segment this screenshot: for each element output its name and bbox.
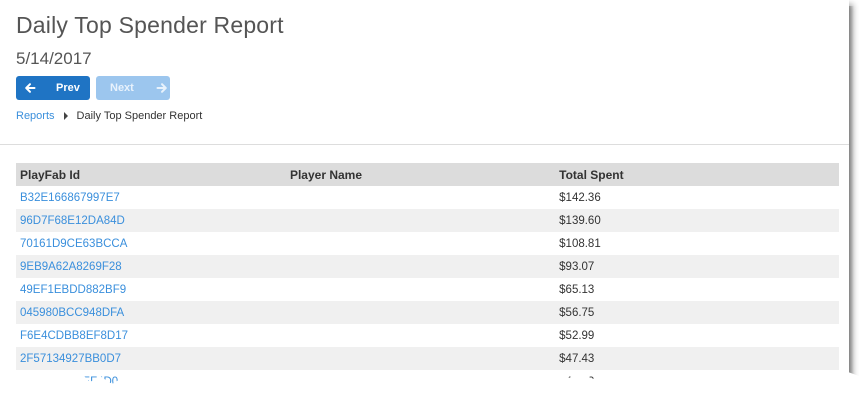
report-date: 5/14/2017 [16, 49, 92, 68]
report-page: Daily Top Spender Report 5/14/2017 Prev … [0, 0, 849, 406]
playfab-id-link[interactable]: 70161D9CE63BCCA [20, 238, 127, 250]
player-name-cell [286, 301, 555, 324]
breadcrumb: Reports Daily Top Spender Report [16, 110, 202, 122]
table-row: 70161D9CE63BCCA $108.81 [16, 232, 839, 255]
player-name-cell [286, 255, 555, 278]
next-button[interactable]: Next [96, 76, 170, 100]
table-row: 9EB9A62A8269F28 $93.07 [16, 255, 839, 278]
arrow-right-icon [156, 82, 168, 94]
table-row: 045980BCC948DFA $56.75 [16, 301, 839, 324]
page-header: Daily Top Spender Report 5/14/2017 [16, 10, 284, 70]
playfab-id-link[interactable]: 045980BCC948DFA [20, 307, 124, 319]
column-header-player-name[interactable]: Player Name [286, 163, 555, 186]
arrow-left-icon [24, 82, 36, 94]
prev-button-label: Prev [56, 82, 80, 94]
column-header-total-spent[interactable]: Total Spent [555, 163, 839, 186]
player-name-cell [286, 324, 555, 347]
total-spent-cell: $142.36 [559, 191, 601, 204]
spender-table: PlayFab Id Player Name Total Spent B32E1… [16, 163, 839, 393]
table-row: F6E4CDBB8EF8D17 $52.99 [16, 324, 839, 347]
playfab-id-link[interactable]: F6E4CDBB8EF8D17 [20, 330, 128, 342]
table-header-row: PlayFab Id Player Name Total Spent [16, 163, 839, 186]
playfab-id-link[interactable]: 96D7F68E12DA84D [20, 215, 125, 227]
total-spent-cell: $65.13 [559, 283, 595, 296]
prev-button[interactable]: Prev [16, 76, 90, 100]
date-navigation: Prev Next [16, 76, 170, 100]
table-row: 96D7F68E12DA84D $139.60 [16, 209, 839, 232]
player-name-cell [286, 278, 555, 301]
total-spent-cell: $52.99 [559, 329, 595, 342]
total-spent-cell: $56.75 [559, 306, 595, 319]
divider [0, 144, 849, 145]
player-name-cell [286, 209, 555, 232]
page-title: Daily Top Spender Report [16, 12, 284, 38]
column-header-playfab-id[interactable]: PlayFab Id [16, 163, 286, 186]
next-button-label: Next [110, 82, 134, 94]
torn-paper-edge [0, 370, 859, 416]
playfab-id-link[interactable]: 9EB9A62A8269F28 [20, 261, 122, 273]
player-name-cell [286, 232, 555, 255]
playfab-id-link[interactable]: 49EF1EBDD882BF9 [20, 284, 126, 296]
breadcrumb-reports-link[interactable]: Reports [16, 110, 55, 122]
playfab-id-link[interactable]: B32E166867997E7 [20, 192, 120, 204]
player-name-cell [286, 186, 555, 209]
spender-table-container: PlayFab Id Player Name Total Spent B32E1… [16, 163, 839, 393]
total-spent-cell: $108.81 [559, 237, 601, 250]
playfab-id-link[interactable]: 2F57134927BB0D7 [20, 353, 121, 365]
breadcrumb-current: Daily Top Spender Report [76, 110, 203, 122]
page-shadow [849, 6, 854, 378]
total-spent-cell: $139.60 [559, 214, 601, 227]
table-row: B32E166867997E7 $142.36 [16, 186, 839, 209]
total-spent-cell: $93.07 [559, 260, 595, 273]
table-row: 49EF1EBDD882BF9 $65.13 [16, 278, 839, 301]
caret-right-icon [63, 112, 68, 120]
